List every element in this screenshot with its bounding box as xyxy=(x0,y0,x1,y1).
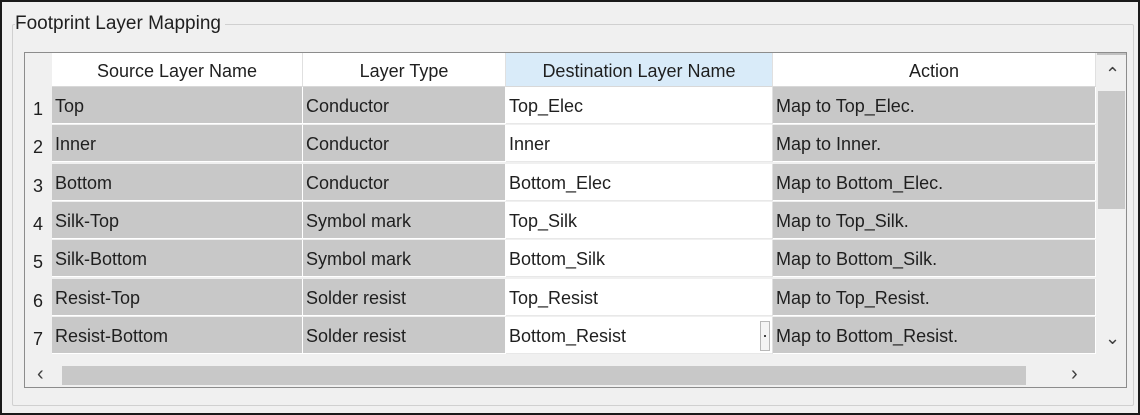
row-number[interactable]: 3 xyxy=(25,164,51,202)
row-number[interactable]: 4 xyxy=(25,202,51,240)
table-row[interactable]: 2 Inner Conductor Inner Map to Inner. xyxy=(25,125,1097,163)
destination-layer-value: Top_Elec xyxy=(509,96,584,116)
scroll-corner xyxy=(1097,363,1126,387)
destination-layer-cell[interactable]: Inner xyxy=(506,125,773,163)
source-layer-cell[interactable]: Resist-Top xyxy=(52,278,303,316)
source-layer-cell[interactable]: Bottom xyxy=(52,163,303,201)
layer-type-cell[interactable]: Symbol mark xyxy=(303,240,506,278)
layer-type-cell[interactable]: Solder resist xyxy=(303,316,506,354)
table-row[interactable]: 1 Top Conductor Top_Elec Map to Top_Elec. xyxy=(25,87,1097,125)
destination-layer-value: Inner xyxy=(509,134,551,155)
grid-header-row: Source Layer Name Layer Type Destination… xyxy=(25,53,1097,91)
column-header-layer-type[interactable]: Layer Type xyxy=(303,53,506,87)
row-number[interactable]: 7 xyxy=(25,317,51,355)
layer-type-cell[interactable]: Symbol mark xyxy=(303,201,506,239)
destination-layer-cell[interactable]: Top_Silk xyxy=(506,201,773,239)
group-title: Footprint Layer Mapping xyxy=(15,13,225,35)
row-number[interactable]: 1 xyxy=(25,87,51,125)
table-row[interactable]: 6 Resist-Top Solder resist Top_Resist Map to… xyxy=(25,278,1097,317)
horizontal-scroll-thumb[interactable] xyxy=(62,366,1026,385)
table-row[interactable]: 4 Silk-Top Symbol mark Top_Silk Map to Top_S… xyxy=(25,201,1097,240)
vertical-scroll-thumb[interactable] xyxy=(1098,91,1125,209)
chevron-down-icon[interactable]: ⌄ xyxy=(1105,329,1120,347)
layer-type-cell[interactable]: Conductor xyxy=(303,87,506,124)
source-layer-cell[interactable]: Inner xyxy=(52,125,303,163)
action-cell[interactable]: Map to Inner. xyxy=(773,125,1096,163)
column-header-destination-layer-name[interactable]: Destination Layer Name xyxy=(506,53,773,87)
vertical-scrollbar[interactable]: ⌃ ⌄ xyxy=(1097,53,1126,363)
source-layer-cell[interactable]: Top xyxy=(52,87,303,124)
action-cell[interactable]: Map to Top_Resist. xyxy=(773,278,1096,316)
destination-layer-cell[interactable]: Top_Resist xyxy=(506,278,773,316)
layer-type-cell[interactable]: Solder resist xyxy=(303,278,506,316)
destination-layer-value: Top_Resist xyxy=(509,287,599,308)
chevron-right-icon[interactable]: › xyxy=(1071,364,1078,384)
action-cell[interactable]: Map to Bottom_Silk. xyxy=(773,240,1096,278)
chevron-up-icon[interactable]: ⌃ xyxy=(1105,65,1120,83)
dropdown-button[interactable] xyxy=(760,320,770,351)
action-cell[interactable]: Map to Bottom_Elec. xyxy=(773,163,1096,201)
table-row[interactable]: 5 Silk-Bottom Symbol mark Bottom_Silk Map to… xyxy=(25,240,1097,278)
row-number[interactable]: 6 xyxy=(25,279,51,317)
source-layer-cell[interactable]: Silk-Bottom xyxy=(52,240,303,278)
chevron-left-icon[interactable]: ‹ xyxy=(37,364,44,384)
table-row[interactable]: 3 Bottom Conductor Bottom_Elec Map to Bottom… xyxy=(25,163,1097,202)
destination-layer-cell[interactable]: Bottom_Resist xyxy=(506,316,773,354)
column-header-source-layer-name[interactable]: Source Layer Name xyxy=(52,53,303,87)
source-layer-cell[interactable]: Silk-Top xyxy=(52,201,303,239)
row-number[interactable]: 2 xyxy=(25,125,51,163)
layer-mapping-grid[interactable]: Source Layer Name Layer Type Destination… xyxy=(24,52,1127,388)
row-number[interactable]: 5 xyxy=(25,240,51,278)
action-cell[interactable]: Map to Top_Elec. xyxy=(773,87,1096,124)
layer-type-cell[interactable]: Conductor xyxy=(303,163,506,201)
horizontal-scrollbar[interactable]: ‹ › xyxy=(25,363,1097,387)
destination-layer-cell[interactable]: Bottom_Silk xyxy=(506,240,773,278)
action-cell[interactable]: Map to Bottom_Resist. xyxy=(773,316,1096,354)
action-cell[interactable]: Map to Top_Silk. xyxy=(773,201,1096,239)
destination-layer-value: Bottom_Elec xyxy=(509,172,612,193)
destination-layer-value: Bottom_Resist xyxy=(509,325,627,346)
window-frame: Footprint Layer Mapping Source Layer Nam… xyxy=(0,0,1140,415)
destination-layer-cell[interactable]: Bottom_Elec xyxy=(506,163,773,201)
column-header-action[interactable]: Action xyxy=(773,53,1096,87)
destination-layer-value: Bottom_Silk xyxy=(509,249,606,270)
source-layer-cell[interactable]: Resist-Bottom xyxy=(52,316,303,354)
table-row[interactable]: 7 Resist-Bottom Solder resist Bottom_Resist… xyxy=(25,316,1097,355)
destination-layer-value: Top_Silk xyxy=(509,210,578,231)
layer-type-cell[interactable]: Conductor xyxy=(303,125,506,163)
destination-layer-cell[interactable]: Top_Elec xyxy=(506,87,773,124)
